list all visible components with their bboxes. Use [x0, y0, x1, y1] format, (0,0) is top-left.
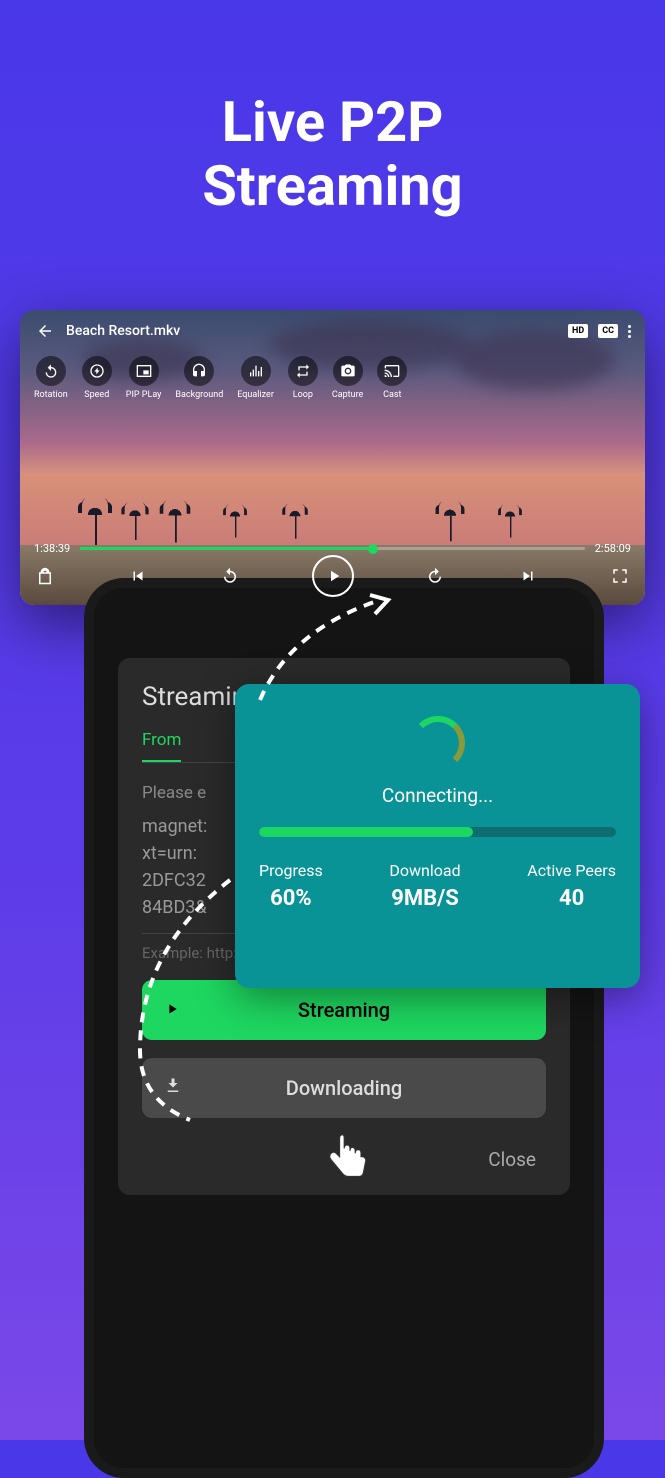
speed-icon [82, 356, 112, 386]
connect-stats: Progress 60% Download 9MB/S Active Peers… [259, 861, 616, 911]
hand-cursor-icon [326, 1130, 374, 1188]
hero-title: Live P2P Streaming [0, 0, 665, 219]
tool-loop[interactable]: Loop [288, 356, 318, 400]
equalizer-icon [241, 356, 271, 386]
tool-rotation[interactable]: Rotation [34, 356, 68, 400]
total-time: 2:58:09 [595, 542, 631, 555]
back-icon[interactable] [34, 320, 56, 342]
tool-background[interactable]: Background [175, 356, 223, 400]
current-time: 1:38:39 [34, 542, 70, 555]
fullscreen-icon[interactable] [609, 565, 631, 587]
tool-cast[interactable]: Cast [377, 356, 407, 400]
stat-peers: Active Peers 40 [527, 861, 616, 911]
tool-speed[interactable]: Speed [82, 356, 112, 400]
pip-icon [129, 356, 159, 386]
tool-pip[interactable]: PIP PLay [126, 356, 162, 400]
next-icon[interactable] [517, 565, 539, 587]
video-player: Beach Resort.mkv HD CC Rotation Speed PI… [20, 310, 645, 605]
hero-line-1: Live P2P [0, 90, 665, 154]
more-menu-icon[interactable] [628, 325, 631, 338]
loop-icon [288, 356, 318, 386]
camera-icon [333, 356, 363, 386]
arrow-decoration [250, 590, 400, 710]
cast-icon [377, 356, 407, 386]
tool-capture[interactable]: Capture [332, 356, 363, 400]
previous-icon[interactable] [127, 565, 149, 587]
tool-equalizer[interactable]: Equalizer [237, 356, 274, 400]
rewind-10-icon[interactable] [219, 565, 241, 587]
stat-download: Download 9MB/S [389, 861, 460, 911]
cc-badge[interactable]: CC [598, 324, 618, 338]
connecting-status: Connecting... [259, 784, 616, 807]
connecting-card: Connecting... Progress 60% Download 9MB/… [235, 684, 640, 988]
stat-progress: Progress 60% [259, 861, 323, 911]
hd-badge[interactable]: HD [568, 324, 588, 338]
seek-track[interactable] [80, 547, 585, 550]
connect-progress-bar [259, 827, 616, 837]
arrow-decoration-2 [120, 870, 250, 1130]
spinner-icon [411, 716, 465, 770]
seek-bar[interactable]: 1:38:39 2:58:09 [34, 542, 631, 555]
video-filename: Beach Resort.mkv [66, 323, 180, 339]
lock-icon[interactable] [34, 565, 56, 587]
hero-line-2: Streaming [0, 154, 665, 218]
tab-from[interactable]: From [142, 730, 181, 762]
rotation-icon [36, 356, 66, 386]
forward-10-icon[interactable] [424, 565, 446, 587]
headphones-icon [184, 356, 214, 386]
player-toolbar: Rotation Speed PIP PLay Background Equal… [20, 352, 645, 400]
